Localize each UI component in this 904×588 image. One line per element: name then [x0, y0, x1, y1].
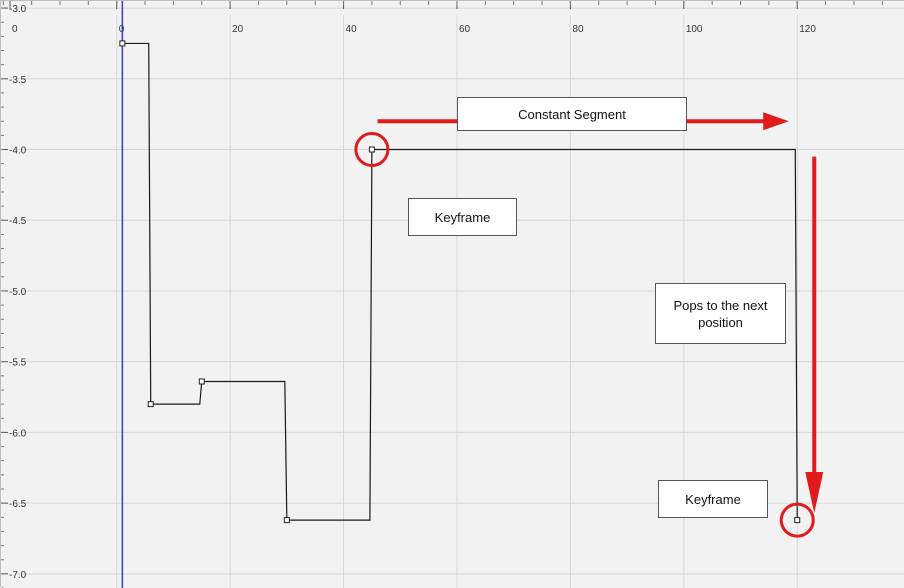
x-tick-label: 100: [686, 24, 703, 35]
constant-segment-label: Constant Segment: [457, 97, 687, 131]
x-tick-label: 0: [12, 24, 18, 35]
keyframe-marker[interactable]: [147, 401, 154, 408]
y-tick-label: -6.0: [9, 428, 27, 439]
y-tick-label: -6.5: [9, 499, 27, 510]
keyframe-label: Keyframe: [408, 198, 517, 236]
keyframe-marker[interactable]: [794, 517, 801, 524]
y-tick-label: -3.5: [9, 75, 27, 86]
keyframe-marker[interactable]: [198, 378, 205, 385]
y-tick-label: -5.0: [9, 287, 27, 298]
keyframe-marker[interactable]: [368, 146, 375, 153]
x-tick-label: 120: [799, 24, 816, 35]
pops-label: Pops to the next position: [655, 283, 786, 344]
keyframe-marker[interactable]: [119, 40, 126, 47]
y-tick-label: -7.0: [9, 570, 27, 581]
y-tick-label: -5.5: [9, 358, 27, 369]
keyframe-marker[interactable]: [283, 517, 290, 524]
y-tick-label: -4.5: [9, 216, 27, 227]
keyframe-label-2: Keyframe: [658, 480, 768, 518]
y-tick-label: -4.0: [9, 146, 27, 157]
y-tick-label: -3.0: [9, 4, 27, 15]
x-tick-label: 40: [346, 24, 358, 35]
function-editor[interactable]: 0 0 20 40 60 80 100 120 -3.0 -3.5 -4.0 -4.5 -5.0 -5.…: [0, 0, 904, 588]
x-tick-label: 60: [459, 24, 471, 35]
x-tick-label: 20: [232, 24, 244, 35]
x-tick-label: 80: [572, 24, 584, 35]
